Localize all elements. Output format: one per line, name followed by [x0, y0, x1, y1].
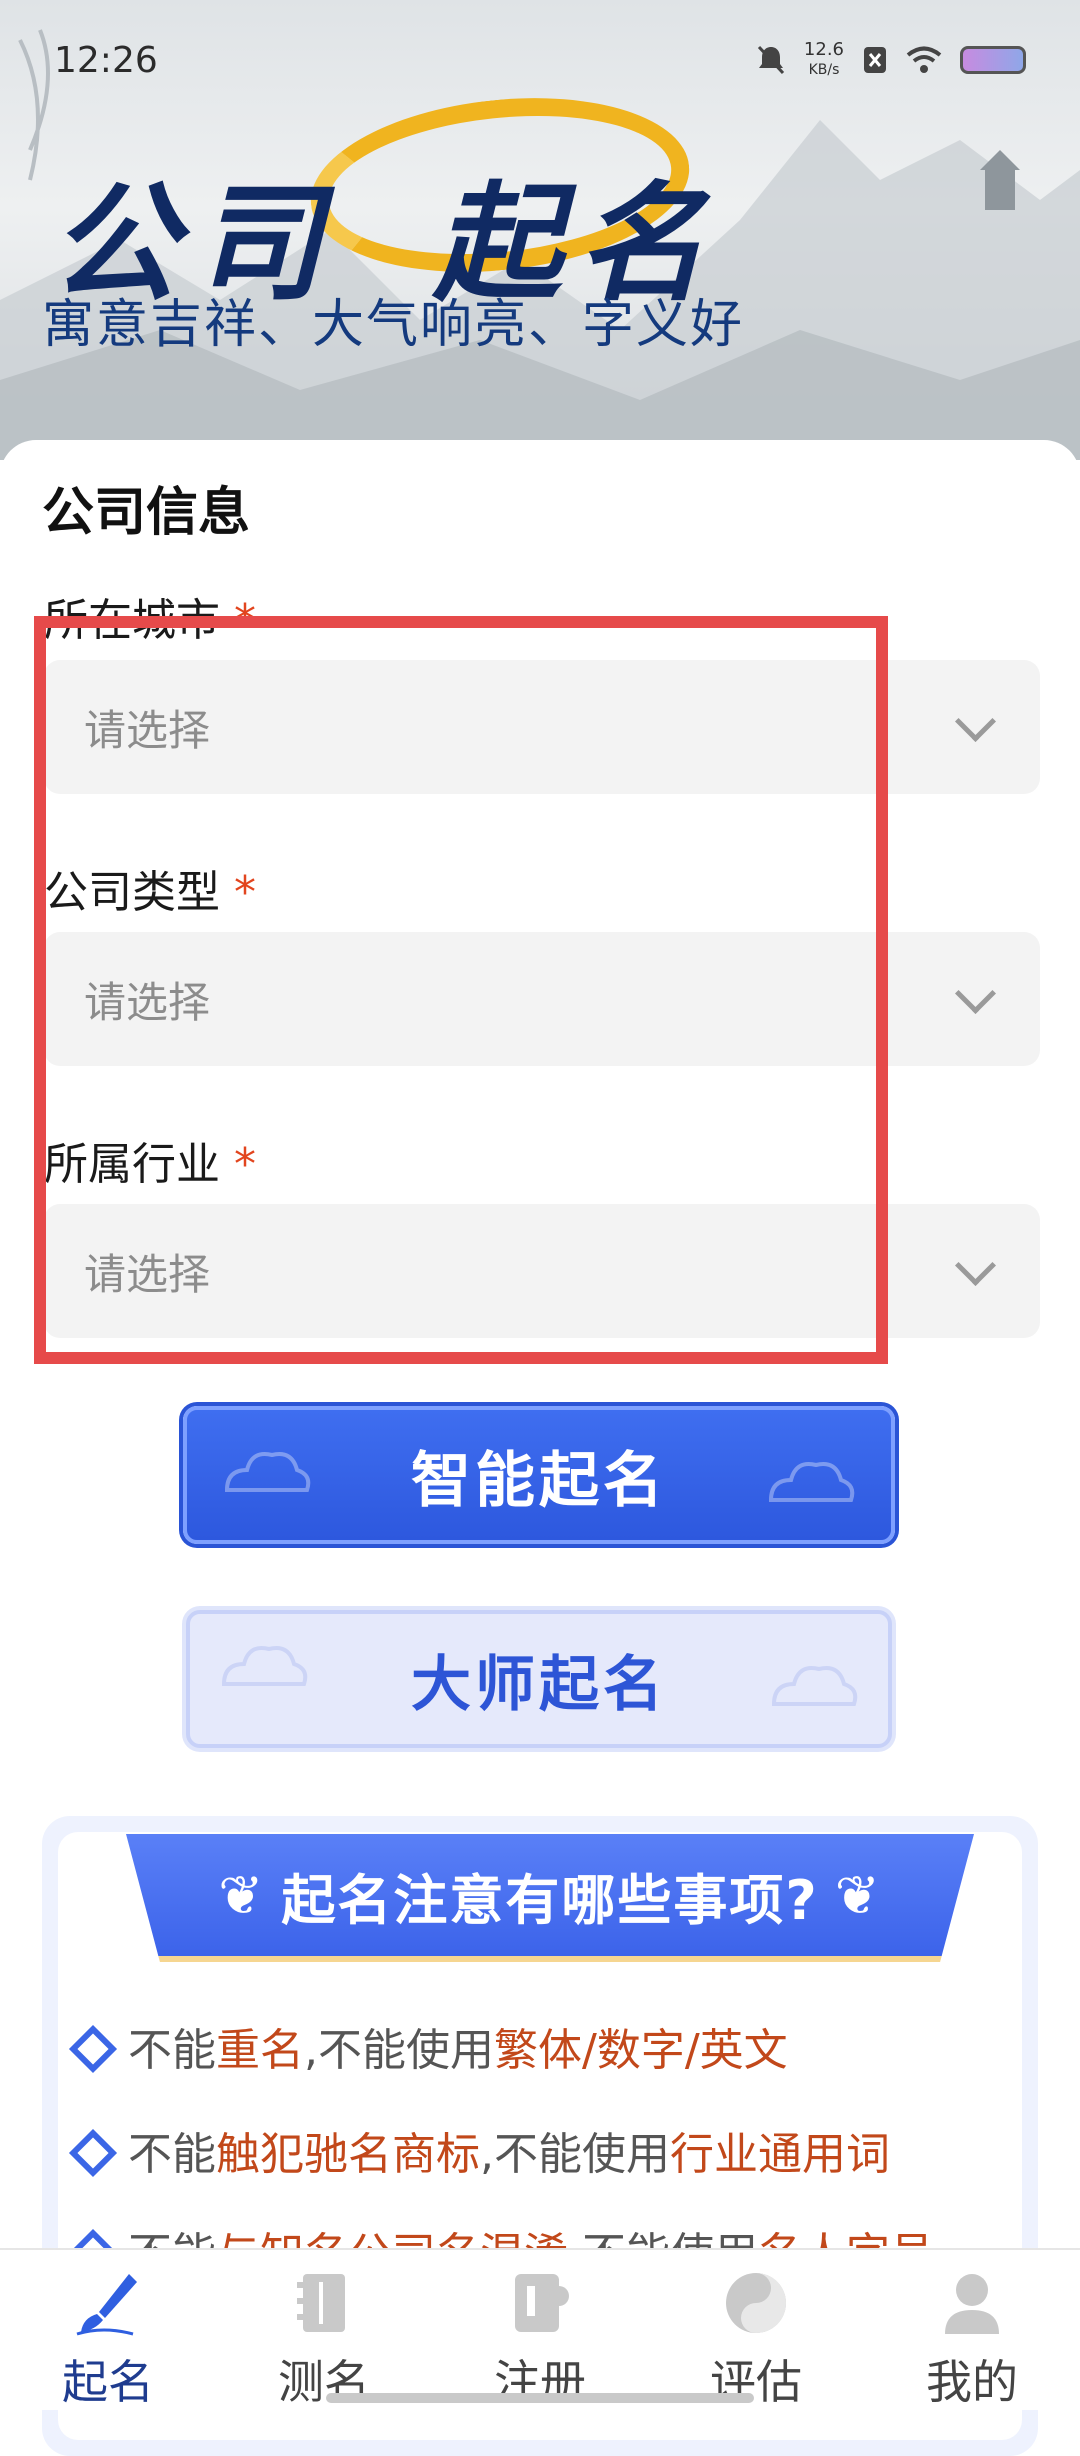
- section-title: 公司信息: [42, 483, 251, 543]
- field-label-industry: 所属行业 *: [44, 1139, 256, 1190]
- company-type-select-placeholder: 请选择: [84, 977, 211, 1027]
- required-mark: *: [234, 595, 256, 646]
- field-label-company-type: 公司类型 *: [44, 867, 256, 918]
- bottom-tab-bar: 起名 测名 注册 评估 我的: [0, 2248, 1080, 2410]
- wheat-left-icon: ❦: [218, 1863, 266, 1927]
- wifi-icon: [906, 46, 942, 73]
- register-icon: [505, 2268, 575, 2338]
- required-mark: *: [234, 867, 256, 918]
- network-speed: 12.6 KB/s: [803, 39, 844, 79]
- industry-select[interactable]: 请选择: [44, 1204, 1040, 1338]
- smart-naming-label: 智能起名: [411, 1445, 667, 1516]
- city-select-placeholder: 请选择: [84, 705, 211, 755]
- status-time: 12:26: [54, 40, 158, 81]
- brush-icon: [73, 2268, 143, 2338]
- notebook-icon: [289, 2268, 359, 2338]
- bell-muted-icon: [757, 45, 785, 75]
- chevron-down-icon: [954, 700, 997, 742]
- battery-icon: [960, 46, 1026, 74]
- chevron-down-icon: [954, 972, 997, 1014]
- master-naming-button[interactable]: 大师起名: [186, 1610, 892, 1748]
- note-line: 不能触犯驰名商标,不能使用行业通用词: [68, 2118, 890, 2182]
- header-banner: 12:26 12.6 KB/s 公司 起名 寓意吉祥、大气响亮、字义好: [0, 0, 1080, 460]
- industry-select-placeholder: 请选择: [84, 1249, 211, 1299]
- tab-test-name[interactable]: 测名: [216, 2250, 432, 2410]
- master-naming-label: 大师起名: [411, 1649, 667, 1720]
- cloud-pattern-icon: [771, 1666, 858, 1706]
- tab-evaluate[interactable]: 评估: [648, 2250, 864, 2410]
- sim-off-icon: [864, 47, 886, 73]
- cloud-pattern-icon: [221, 1646, 308, 1686]
- tab-register[interactable]: 注册: [432, 2250, 648, 2410]
- wheat-right-icon: ❦: [834, 1863, 882, 1927]
- company-type-select[interactable]: 请选择: [44, 932, 1040, 1066]
- notes-title-banner: ❦ 起名注意有哪些事项? ❦: [126, 1834, 974, 1962]
- tab-mine[interactable]: 我的: [864, 2250, 1080, 2410]
- note-line: 不能重名,不能使用繁体/数字/英文: [68, 2014, 788, 2078]
- diamond-bullet-icon: [68, 2128, 118, 2178]
- field-label-city: 所在城市 *: [44, 595, 256, 646]
- chevron-down-icon: [954, 1244, 997, 1286]
- yin-yang-icon: [721, 2268, 791, 2338]
- user-icon: [937, 2268, 1007, 2338]
- slogan: 寓意吉祥、大气响亮、字义好: [42, 295, 745, 355]
- cloud-pattern-icon: [224, 1452, 311, 1492]
- notes-title: 起名注意有哪些事项?: [281, 1868, 819, 1932]
- diamond-bullet-icon: [68, 2024, 118, 2074]
- tab-naming[interactable]: 起名: [0, 2250, 216, 2410]
- city-select[interactable]: 请选择: [44, 660, 1040, 794]
- home-indicator[interactable]: [326, 2393, 754, 2403]
- status-icons: 12.6 KB/s: [756, 40, 1026, 80]
- required-mark: *: [234, 1139, 256, 1190]
- smart-naming-button[interactable]: 智能起名: [183, 1406, 895, 1544]
- cloud-pattern-icon: [768, 1462, 855, 1502]
